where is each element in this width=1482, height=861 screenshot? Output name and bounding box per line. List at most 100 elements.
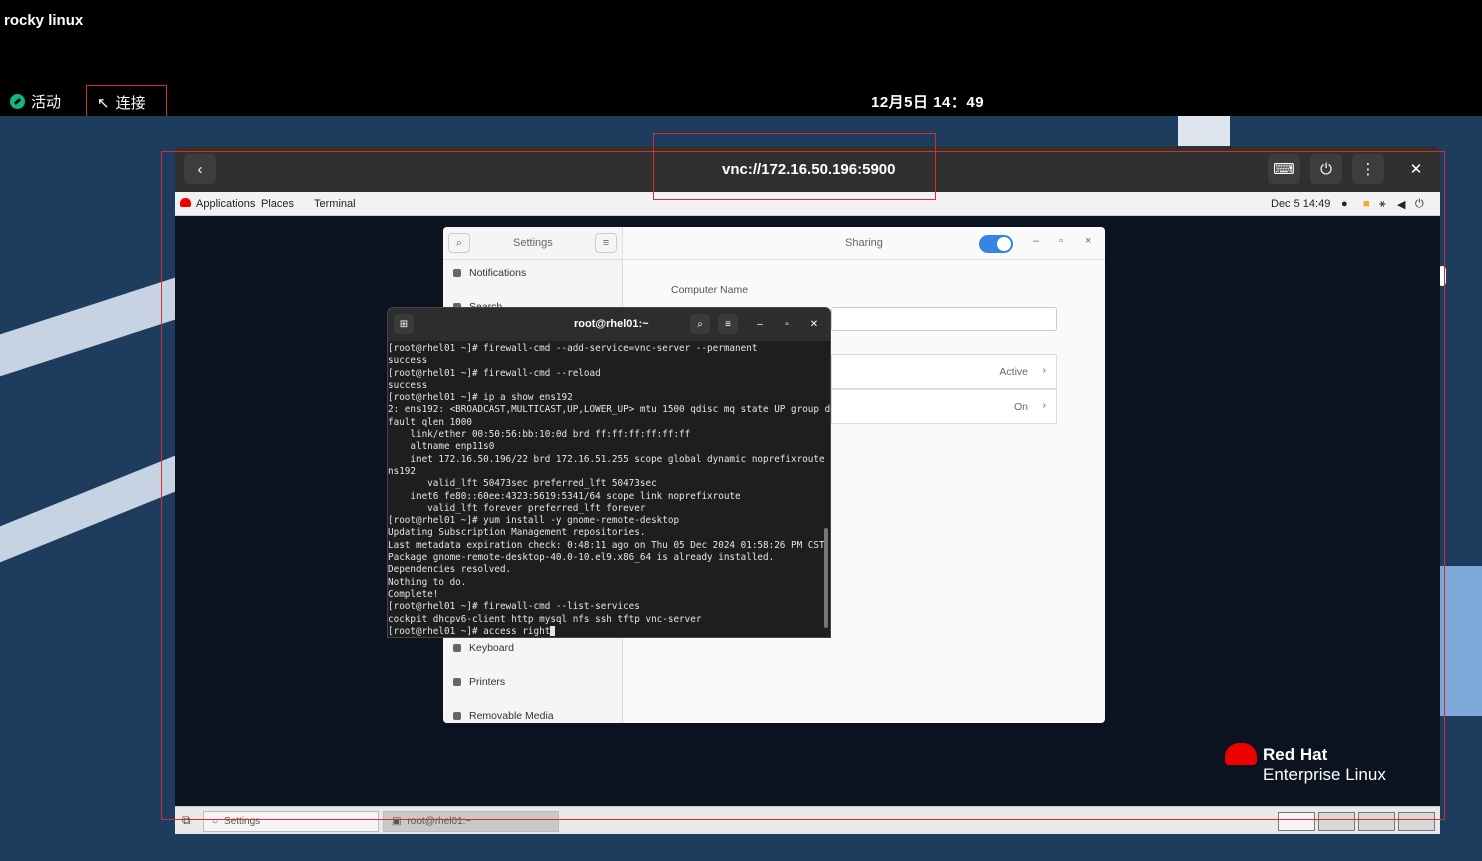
- remote-clock[interactable]: Dec 5 14:49: [1271, 198, 1330, 210]
- power-icon: ⏻: [1320, 160, 1332, 178]
- computer-name-input[interactable]: [831, 307, 1057, 331]
- page-title: Sharing: [845, 237, 883, 249]
- sharing-toggle[interactable]: [979, 235, 1013, 253]
- network-icon[interactable]: ⚹: [1379, 198, 1386, 211]
- volume-icon[interactable]: ◀: [1397, 198, 1405, 211]
- new-tab-icon[interactable]: ⊞: [394, 314, 414, 334]
- sidebar-item-label: Keyboard: [469, 642, 514, 654]
- terminal-line: inet 172.16.50.196/22 brd 172.16.51.255 …: [388, 453, 831, 465]
- close-window-icon[interactable]: ×: [1085, 235, 1091, 247]
- terminal-line: Dependencies resolved.: [388, 564, 512, 576]
- brand-line-2: Enterprise Linux: [1263, 765, 1386, 784]
- workspace-3[interactable]: [1358, 812, 1395, 831]
- terminal-line: [root@rhel01 ~]# access right: [388, 626, 824, 637]
- terminal-line: [root@rhel01 ~]# firewall-cmd --list-ser…: [388, 601, 640, 613]
- computer-name-label: Computer Name: [671, 284, 749, 296]
- maximize-icon[interactable]: ▫: [777, 314, 797, 334]
- terminal-line: link/ether 00:50:56:bb:10:0d brd ff:ff:f…: [388, 429, 691, 441]
- rocky-logo-icon: [10, 94, 25, 109]
- menu-icon: ⋮: [1360, 161, 1376, 178]
- keyboard-button[interactable]: ⌨: [1268, 154, 1300, 184]
- gnome-top-bar: 活动 ↖ 连接 12月5日 14：49: [0, 84, 1482, 120]
- system-power-icon[interactable]: ⏻: [1415, 198, 1424, 211]
- pointer-icon: ↖: [97, 94, 110, 112]
- taskbar-item-label: Settings: [224, 816, 261, 827]
- menu-button[interactable]: ⋮: [1352, 154, 1384, 184]
- terminal-scrollbar[interactable]: [824, 528, 828, 628]
- terminal-search-icon[interactable]: ⌕: [690, 314, 710, 334]
- workspace-2[interactable]: [1318, 812, 1355, 831]
- sharing-row[interactable]: On ›: [831, 389, 1057, 424]
- terminal-line: fault qlen 1000: [388, 416, 472, 428]
- close-button[interactable]: ✕: [1400, 154, 1432, 184]
- sharing-row[interactable]: Active ›: [831, 354, 1057, 389]
- show-desktop-icon[interactable]: ⧉: [182, 813, 191, 828]
- activities-label: 活动: [31, 94, 62, 111]
- terminal-line: [root@rhel01 ~]# yum install -y gnome-re…: [388, 515, 680, 527]
- vnc-viewer-window: ‹ vnc://172.16.50.196:5900 ⌨ ⏻ ⋮ ✕ Appli…: [175, 146, 1440, 834]
- sidebar-item-label: Notifications: [469, 267, 527, 279]
- row-status: On: [1013, 401, 1028, 413]
- workspace-1[interactable]: [1278, 812, 1315, 831]
- taskbar-settings[interactable]: ○ Settings: [203, 811, 379, 832]
- connection-app-menu[interactable]: ↖ 连接: [86, 85, 167, 120]
- maximize-icon[interactable]: ▫: [1059, 235, 1063, 247]
- terminal-line: [root@rhel01 ~]# ip a show ens192: [388, 392, 573, 404]
- row-status: Active: [999, 366, 1028, 378]
- vnc-url: vnc://172.16.50.196:5900: [722, 161, 896, 178]
- terminal-menu[interactable]: Terminal: [314, 198, 356, 210]
- settings-title: Settings: [513, 237, 553, 249]
- host-window-title: rocky linux: [4, 12, 84, 29]
- remote-top-panel: Applications Places Terminal Dec 5 14:49…: [175, 192, 1440, 216]
- search-icon[interactable]: ⌕: [448, 233, 470, 253]
- minimize-icon[interactable]: –: [1033, 235, 1039, 247]
- terminal-title: root@rhel01:~: [574, 318, 649, 330]
- chevron-right-icon: ›: [1042, 364, 1047, 376]
- terminal-header: ⊞ root@rhel01:~ ⌕ ≡ – ▫ ✕: [388, 308, 830, 341]
- top-bar-clock[interactable]: 12月5日 14：49: [871, 91, 984, 112]
- close-window-icon[interactable]: ✕: [804, 314, 824, 334]
- sidebar-item-label: Printers: [469, 676, 506, 688]
- bell-icon: [453, 269, 461, 277]
- activities-button[interactable]: 活动: [10, 91, 61, 112]
- back-button[interactable]: ‹: [184, 154, 216, 184]
- terminal-output[interactable]: [root@rhel01 ~]# firewall-cmd --add-serv…: [388, 343, 831, 637]
- terminal-line: success: [388, 379, 428, 391]
- terminal-line: success: [388, 355, 428, 367]
- connection-label: 连接: [115, 95, 146, 112]
- minimize-icon[interactable]: –: [750, 314, 770, 334]
- remote-desktop: ⌕ Settings ≡ Notifications Search Keyboa…: [175, 216, 1440, 806]
- terminal-window[interactable]: ⊞ root@rhel01:~ ⌕ ≡ – ▫ ✕ [root@rhel01 ~…: [387, 307, 831, 638]
- back-icon: ‹: [197, 160, 203, 178]
- keyboard-small-icon: [453, 644, 461, 652]
- settings-header: Sharing – ▫ ×: [623, 227, 1105, 260]
- usb-icon: [453, 712, 461, 720]
- taskbar-terminal[interactable]: ▣ root@rhel01:~: [383, 811, 559, 832]
- terminal-line: inet6 fe80::60ee:4323:5619:5341/64 scope…: [388, 490, 741, 502]
- update-icon[interactable]: ■: [1363, 198, 1370, 210]
- sidebar-item-printers[interactable]: Printers: [453, 676, 505, 688]
- terminal-line: cockpit dhcpv6-client http mysql nfs ssh…: [388, 613, 702, 625]
- sidebar-item-keyboard[interactable]: Keyboard: [453, 642, 514, 654]
- power-button[interactable]: ⏻: [1310, 154, 1342, 184]
- status-dot-icon: ●: [1341, 198, 1348, 210]
- close-icon: ✕: [1409, 161, 1423, 178]
- settings-sidebar-header: ⌕ Settings ≡: [443, 227, 622, 260]
- terminal-line: Last metadata expiration check: 0:48:11 …: [388, 539, 831, 551]
- sidebar-item-notifications[interactable]: Notifications: [453, 267, 526, 279]
- sidebar-item-removable-media[interactable]: Removable Media: [453, 710, 554, 722]
- redhat-logo-icon: [180, 198, 191, 207]
- terminal-line: valid_lft 50473sec preferred_lft 50473se…: [388, 478, 657, 490]
- sidebar-item-label: Removable Media: [469, 710, 554, 722]
- keyboard-icon: ⌨: [1273, 161, 1295, 178]
- terminal-cursor: [550, 626, 556, 637]
- workspace-4[interactable]: [1398, 812, 1435, 831]
- terminal-menu-icon[interactable]: ≡: [718, 314, 738, 334]
- remote-taskbar: ⧉ ○ Settings ▣ root@rhel01:~: [175, 806, 1440, 834]
- terminal-line: valid_lft forever preferred_lft forever: [388, 502, 646, 514]
- vnc-header-bar: ‹ vnc://172.16.50.196:5900 ⌨ ⏻ ⋮ ✕: [175, 146, 1440, 192]
- terminal-line: ns192: [388, 465, 416, 477]
- applications-menu[interactable]: Applications: [196, 198, 255, 210]
- hamburger-menu-icon[interactable]: ≡: [595, 233, 617, 253]
- places-menu[interactable]: Places: [261, 198, 294, 210]
